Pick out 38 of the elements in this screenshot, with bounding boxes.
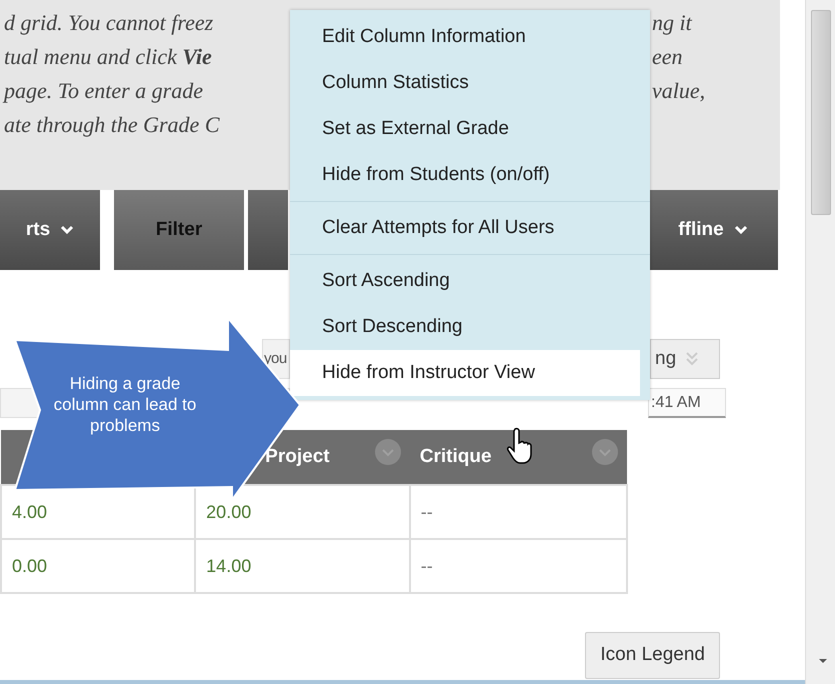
chevron-icon <box>60 225 74 235</box>
scroll-down-icon[interactable] <box>818 658 828 664</box>
table-cell: -- <box>410 485 627 539</box>
toolbar-button[interactable] <box>248 190 288 270</box>
scrollbar[interactable] <box>805 0 835 684</box>
instruction-text: ate through the Grade C <box>4 111 221 139</box>
time-field: :41 AM <box>648 388 726 418</box>
menu-item[interactable]: Column Statistics <box>290 60 650 106</box>
instruction-text: ng it <box>652 9 694 37</box>
toolbar-button[interactable]: rts <box>0 190 100 270</box>
column-menu-icon[interactable] <box>591 438 619 466</box>
instruction-text: tual menu and click Vie <box>4 43 213 71</box>
menu-item[interactable]: Hide from Students (on/off) <box>290 152 650 198</box>
toolbar-button[interactable]: Filter <box>114 190 244 270</box>
menu-item[interactable]: Set as External Grade <box>290 106 650 152</box>
menu-item[interactable]: Edit Column Information <box>290 14 650 60</box>
double-chevron-icon <box>684 351 700 367</box>
callout-text: Hiding a grade column can lead to problems <box>52 373 198 436</box>
table-cell: -- <box>410 539 627 593</box>
column-header[interactable]: Critique <box>410 430 627 485</box>
instruction-text: value, <box>652 77 706 105</box>
icon-legend-button[interactable]: Icon Legend <box>585 632 720 678</box>
toolbar-button[interactable]: ffline <box>648 190 778 270</box>
table-cell: 14.00 <box>195 539 410 593</box>
column-header-text: Critique <box>420 446 492 467</box>
menu-item[interactable]: Hide from Instructor View <box>290 350 640 396</box>
column-header-text: Project <box>265 446 330 467</box>
scrollbar-thumb[interactable] <box>811 10 831 215</box>
instruction-text: d grid. You cannot freez <box>4 9 214 37</box>
instruction-text: page. To enter a grade <box>4 77 204 105</box>
instruction-text: een <box>652 43 684 71</box>
column-menu-icon[interactable] <box>374 438 402 466</box>
menu-item[interactable]: Sort Ascending <box>290 258 650 304</box>
chevron-icon <box>734 225 748 235</box>
sort-button[interactable]: ng <box>650 339 720 379</box>
table-cell: 0.00 <box>1 539 196 593</box>
menu-item[interactable]: Sort Descending <box>290 304 650 350</box>
menu-item[interactable]: Clear Attempts for All Users <box>290 205 650 251</box>
